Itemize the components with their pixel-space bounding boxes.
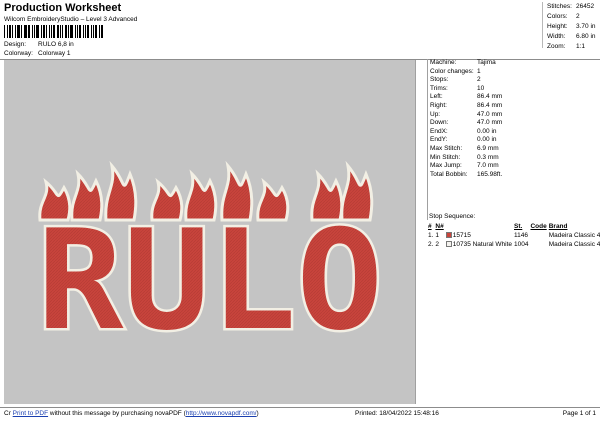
table-row: 2. 2 10735 Natural White 1004 Madeira Classi… [428,241,600,248]
design-label: Design: [4,41,27,48]
colorway-label: Colorway: [4,50,33,57]
stat-row-height: Height: 3.70 in [547,23,596,30]
footer: Cr Print to PDF without this message by … [4,410,600,422]
stop-sequence-heading: Stop Sequence: [429,213,476,220]
color-swatch-icon [445,232,452,238]
property-row: Max Stitch: 6.9 mm [430,144,499,152]
design-preview: RULO [4,60,416,404]
novapdf-link[interactable]: http://www.novapdf.com/ [186,410,257,417]
footer-message: without this message by purchasing novaP… [48,410,186,417]
property-row: EndY: 0.00 in [430,136,497,144]
software-subtitle: Wilcom EmbroideryStudio – Level 3 Advanc… [4,16,138,23]
page-title: Production Worksheet [4,2,122,14]
stat-row-colors: Colors: 2 [547,13,580,20]
design-name: RULO 6,8 in [38,41,74,48]
stat-row-stitches: Stitches: 26452 [547,3,595,10]
properties-panel: Machine: Tajima Color changes: 1 Stops: 2 Trim… [427,59,600,220]
design-artwork: RULO [35,160,386,364]
property-row: EndX: 0.00 in [430,127,497,135]
property-row: Stops: 2 [430,76,481,84]
property-row: Down: 47.0 mm [430,119,503,127]
design-text: RULO [37,200,383,361]
property-row: Min Stitch: 0.3 mm [430,153,499,161]
property-row: Trims: 10 [430,84,485,92]
property-row: Up: 47.0 mm [430,110,503,118]
property-row: Total Bobbin: 165.98ft. [430,170,503,178]
stop-sequence-table: # N# St. Code Brand 1. 1 15715 1146 Madeira … [427,222,600,249]
property-row: Machine: Tajima [430,59,496,66]
color-swatch-icon [445,241,452,247]
stat-row-zoom: Zoom: 1:1 [547,43,586,50]
footer-prefix: Cr [4,410,11,417]
stats-panel: Stitches: 26452 Colors: 2 Height: 3.70 in W… [542,2,600,50]
footer-suffix: ) [256,410,259,417]
colorway-name: Colorway 1 [38,50,71,57]
print-to-pdf-link[interactable]: Print to PDF [13,410,48,417]
table-header-row: # N# St. Code Brand [428,223,568,230]
printed-timestamp: Printed: 18/04/2022 15:48:16 [355,410,439,417]
footer-divider [0,407,600,408]
property-row: Left: 86.4 mm [430,93,503,101]
stat-row-width: Width: 6.80 in [547,33,596,40]
barcode [4,25,104,38]
table-row: 1. 1 15715 1146 Madeira Classic 40 [428,232,600,239]
property-row: Right: 86.4 mm [430,101,503,109]
property-row: Max Jump: 7.0 mm [430,162,499,170]
page-number: Page 1 of 1 [562,410,596,417]
property-row: Color changes: 1 [430,67,481,75]
